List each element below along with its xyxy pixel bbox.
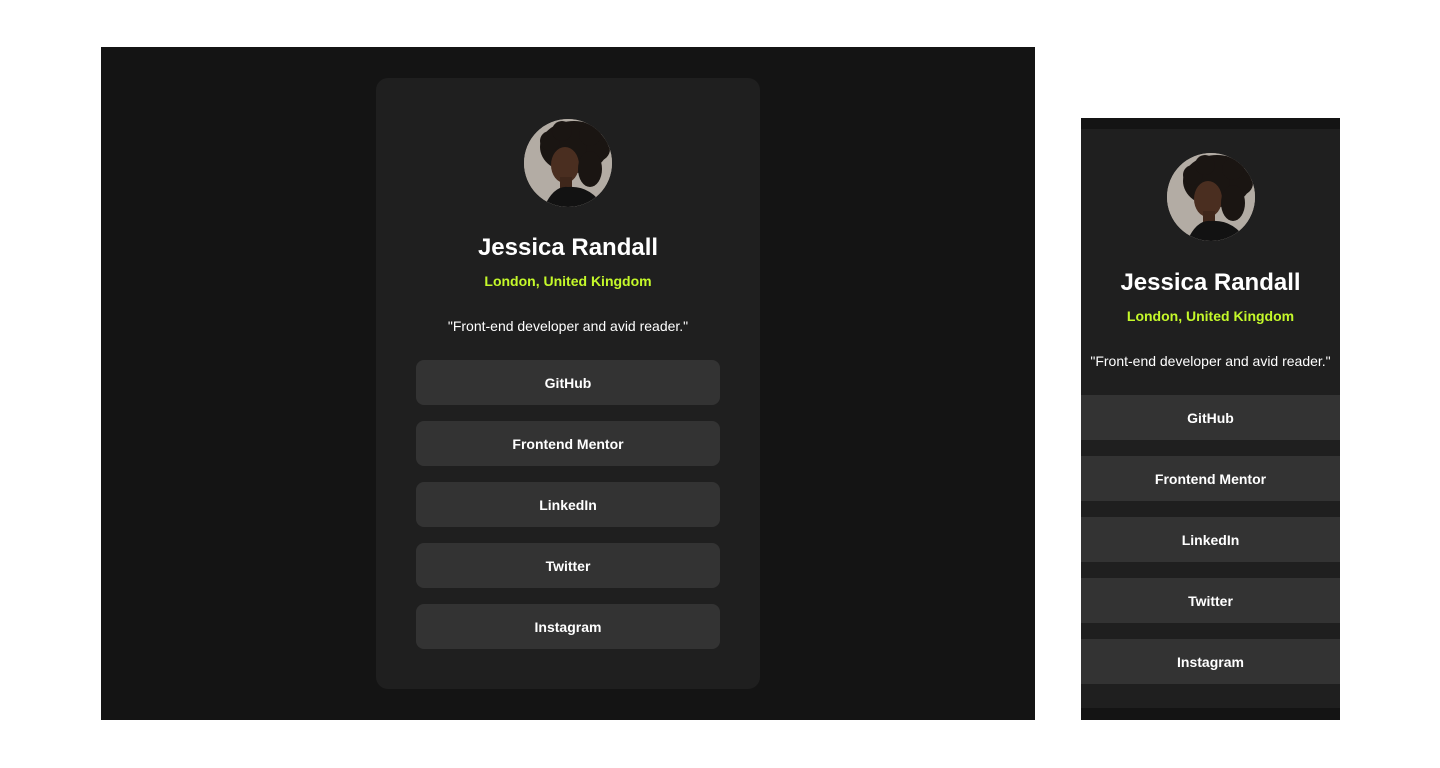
github-link-button[interactable]: GitHub (416, 360, 720, 405)
instagram-link-button[interactable]: Instagram (1081, 639, 1340, 684)
profile-name: Jessica Randall (477, 234, 659, 261)
profile-bio: "Front-end developer and avid reader." (447, 318, 689, 334)
profile-bio: "Front-end developer and avid reader." (1090, 353, 1331, 369)
avatar (1167, 153, 1255, 241)
linkedin-link-button[interactable]: LinkedIn (1081, 517, 1340, 562)
twitter-link-button[interactable]: Twitter (416, 543, 720, 588)
github-link-button[interactable]: GitHub (1081, 395, 1340, 440)
mobile-preview: Jessica Randall London, United Kingdom "… (1081, 118, 1340, 720)
profile-location: London, United Kingdom (484, 273, 652, 289)
frontend-mentor-link-button[interactable]: Frontend Mentor (416, 421, 720, 466)
desktop-preview: Jessica Randall London, United Kingdom "… (101, 47, 1035, 720)
profile-name: Jessica Randall (1120, 269, 1301, 296)
profile-location: London, United Kingdom (1126, 308, 1295, 324)
profile-photo-icon (1167, 153, 1255, 241)
instagram-link-button[interactable]: Instagram (416, 604, 720, 649)
frontend-mentor-link-button[interactable]: Frontend Mentor (1081, 456, 1340, 501)
avatar (524, 119, 612, 207)
profile-card-mobile: Jessica Randall London, United Kingdom "… (1081, 129, 1340, 708)
profile-card: Jessica Randall London, United Kingdom "… (376, 78, 760, 689)
twitter-link-button[interactable]: Twitter (1081, 578, 1340, 623)
linkedin-link-button[interactable]: LinkedIn (416, 482, 720, 527)
profile-photo-icon (524, 119, 612, 207)
